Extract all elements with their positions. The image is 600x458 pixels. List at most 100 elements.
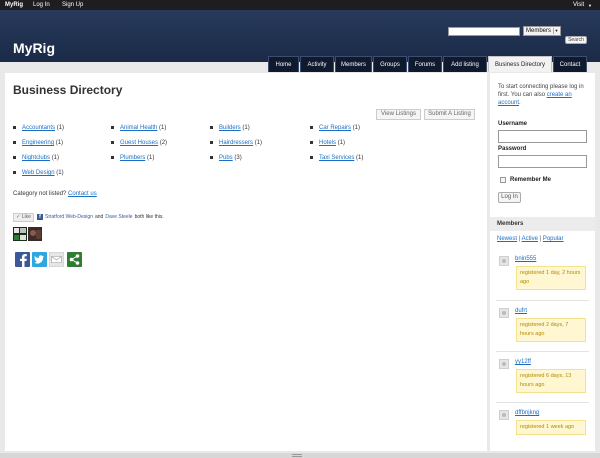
like-and-text: and <box>94 214 104 220</box>
category-item: Taxi Services (1) <box>310 155 363 161</box>
site-logo[interactable]: MyRig <box>13 40 55 56</box>
category-count: (1) <box>356 155 364 161</box>
remember-me-checkbox[interactable] <box>500 177 506 183</box>
member-name[interactable]: dffbnjkng <box>515 410 539 416</box>
bullet-icon <box>310 140 313 144</box>
member-name[interactable]: dufrt <box>515 308 527 314</box>
category-count: (1) <box>55 140 64 146</box>
category-item: Nightclubs (1) <box>13 155 59 161</box>
nav-business-directory[interactable]: Business Directory <box>488 56 552 72</box>
search-scope-value: Members <box>526 28 552 34</box>
nav-members[interactable]: Members <box>335 56 372 72</box>
nav-groups[interactable]: Groups <box>373 56 407 72</box>
category-count: (1) <box>337 140 346 146</box>
login-button[interactable]: Log In <box>498 192 521 203</box>
contact-us-link[interactable]: Contact us <box>68 191 97 197</box>
nav-home[interactable]: Home <box>268 56 299 72</box>
category-link[interactable]: Car Repairs <box>319 125 351 131</box>
search-scope-select[interactable]: Members ▼ <box>523 26 561 36</box>
bullet-icon <box>13 125 16 129</box>
category-item: Car Repairs (1) <box>310 125 360 131</box>
twitter-icon[interactable] <box>32 252 47 267</box>
divider <box>496 402 589 403</box>
avatar[interactable] <box>499 308 509 318</box>
bullet-icon <box>210 155 213 159</box>
category-link[interactable]: Engineering <box>22 140 54 146</box>
avatar[interactable] <box>499 359 509 369</box>
category-count: (3) <box>234 155 242 161</box>
filter-popular[interactable]: Popular <box>543 236 564 242</box>
avatar[interactable] <box>499 256 509 266</box>
main-content: Business Directory View Listings Submit … <box>5 73 487 451</box>
chevron-down-icon: ▼ <box>553 28 559 34</box>
email-icon[interactable] <box>49 252 64 267</box>
category-link[interactable]: Taxi Services <box>319 155 354 161</box>
username-field[interactable] <box>498 130 587 143</box>
search-input[interactable] <box>448 27 520 36</box>
like-row: ✓ Like f Stratford Web-Design and Dave S… <box>13 212 164 222</box>
filter-active[interactable]: Active <box>522 236 538 242</box>
nav-contact[interactable]: Contact <box>553 56 587 72</box>
category-link[interactable]: Nightclubs <box>22 155 50 161</box>
member-registered: registered 2 days, 7 hours ago <box>516 318 586 342</box>
bullet-icon <box>111 140 114 144</box>
category-link[interactable]: Pubs <box>219 155 233 161</box>
facebook-icon: f <box>37 214 43 220</box>
chevron-down-icon[interactable]: ▼ <box>588 3 592 8</box>
category-link[interactable]: Hairdressers <box>219 140 253 146</box>
bullet-icon <box>310 155 313 159</box>
like-button[interactable]: ✓ Like <box>13 212 34 222</box>
like-button-label: Like <box>21 213 31 220</box>
divider <box>496 351 589 352</box>
category-item: Animal Health (1) <box>111 125 166 131</box>
category-count: (1) <box>242 125 250 131</box>
like-user-2[interactable]: Dave Steele <box>105 214 132 220</box>
category-link[interactable]: Hotels <box>319 140 336 146</box>
password-field[interactable] <box>498 155 587 168</box>
category-item: Hotels (1) <box>310 140 345 146</box>
member-registered: registered 1 week ago <box>516 420 586 435</box>
liker-avatar[interactable] <box>28 227 42 241</box>
member-registered: registered 1 day, 2 hours ago <box>516 266 586 290</box>
admin-bar-visit[interactable]: Visit <box>573 2 584 8</box>
avatar[interactable] <box>499 410 509 420</box>
admin-bar-brand[interactable]: MyRig <box>5 2 23 8</box>
like-user-1[interactable]: Stratford Web-Design <box>45 214 93 220</box>
horizontal-scrollbar[interactable] <box>0 453 600 458</box>
nav-add-listing[interactable]: Add listing <box>443 56 487 72</box>
view-listings-button[interactable]: View Listings <box>376 109 421 120</box>
nav-forums[interactable]: Forums <box>408 56 442 72</box>
category-count: (1) <box>56 125 65 131</box>
filter-newest[interactable]: Newest <box>497 236 517 242</box>
category-link[interactable]: Web Design <box>22 170 55 176</box>
member-name[interactable]: bnin555 <box>515 256 536 262</box>
member-registered: registered 6 days, 13 hours ago <box>516 369 586 393</box>
sidebar: To start connecting please log in first.… <box>490 73 595 451</box>
category-link[interactable]: Accountants <box>22 125 55 131</box>
nav-activity[interactable]: Activity <box>300 56 334 72</box>
bullet-icon <box>210 140 213 144</box>
remember-me-label: Remember Me <box>510 177 552 183</box>
category-link[interactable]: Plumbers <box>120 155 145 161</box>
liker-avatar[interactable] <box>13 227 27 241</box>
category-count: (1) <box>159 125 167 131</box>
members-widget-title: Members <box>490 217 595 231</box>
bullet-icon <box>310 125 313 129</box>
scroll-grip-icon[interactable] <box>292 454 302 457</box>
facebook-icon[interactable] <box>15 252 30 267</box>
bullet-icon <box>13 155 16 159</box>
admin-bar-signup[interactable]: Sign Up <box>62 2 83 8</box>
category-link[interactable]: Animal Health <box>120 125 157 131</box>
member-name[interactable]: yy12ff <box>515 359 531 365</box>
admin-bar-login[interactable]: Log In <box>33 2 50 8</box>
category-link[interactable]: Guest Houses <box>120 140 158 146</box>
bullet-icon <box>13 140 16 144</box>
category-link[interactable]: Builders <box>219 125 241 131</box>
category-item: Guest Houses (2) <box>111 140 167 146</box>
page-title: Business Directory <box>13 83 123 97</box>
search-button[interactable]: Search <box>565 36 587 44</box>
admin-bar: MyRig Log In Sign Up Visit ▼ <box>0 0 600 10</box>
share-icon[interactable] <box>67 252 82 267</box>
submit-listing-button[interactable]: Submit A Listing <box>424 109 475 120</box>
category-count: (2) <box>159 140 168 146</box>
